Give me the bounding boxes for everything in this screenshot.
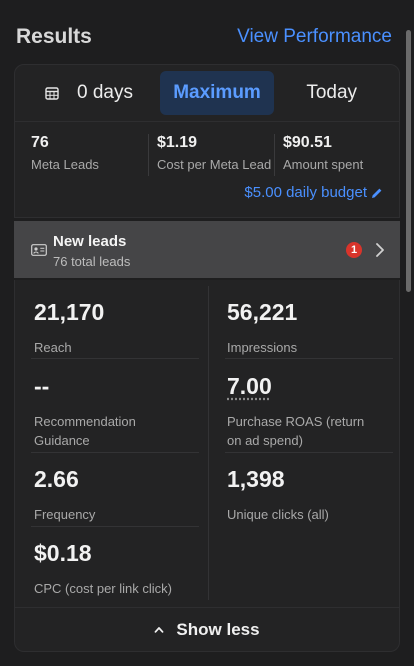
results-title: Results	[16, 25, 92, 48]
divider	[148, 134, 149, 176]
lead-card-icon	[31, 244, 47, 256]
metric-value: 7.00	[227, 373, 272, 399]
metric-reach: 21,170 Reach	[34, 298, 204, 357]
row-divider	[31, 452, 199, 453]
range-option-label: 0 days	[77, 82, 133, 103]
caret-up-icon	[155, 627, 164, 633]
metric-label: Recommendation Guidance	[34, 414, 136, 448]
metric-value: --	[34, 373, 50, 399]
view-performance-link[interactable]: View Performance	[237, 26, 392, 48]
range-option-0-days[interactable]: 0 days	[25, 71, 160, 115]
metric-value: 21,170	[34, 299, 105, 325]
summary-label: Meta Leads	[31, 157, 99, 172]
row-divider	[31, 526, 199, 527]
metric-recommendation-guidance: -- Recommendation Guidance	[34, 372, 204, 450]
new-leads-title: New leads	[53, 233, 127, 250]
summary-amount-spent: $90.51 Amount spent	[283, 134, 363, 178]
metric-label: CPC (cost per link click)	[34, 581, 172, 596]
metric-label: Unique clicks (all)	[227, 507, 329, 522]
results-header: Results View Performance	[16, 22, 392, 52]
new-leads-count: 76 total leads	[53, 254, 131, 269]
summary-value: 76	[31, 134, 49, 151]
metric-label: Purchase ROAS (return on ad spend)	[227, 414, 365, 448]
show-less-button[interactable]: Show less	[14, 608, 400, 652]
range-option-maximum[interactable]: Maximum	[159, 71, 275, 115]
metric-label: Frequency	[34, 507, 96, 522]
metric-value: 56,221	[227, 299, 298, 325]
row-divider	[225, 452, 393, 453]
metric-cpc: $0.18 CPC (cost per link click)	[34, 539, 204, 598]
divider	[274, 134, 275, 176]
summary-value: $1.19	[157, 134, 198, 151]
metric-value: 1,398	[227, 466, 285, 492]
summary-label: Amount spent	[283, 157, 364, 172]
metric-label: Reach	[34, 340, 72, 355]
edit-pencil-icon	[372, 188, 382, 198]
metrics-grid: 21,170 Reach 56,221 Impressions -- Recom…	[14, 280, 400, 608]
show-less-label: Show less	[176, 619, 260, 639]
column-divider	[208, 286, 209, 600]
summary-label: Cost per Meta Lead	[157, 157, 272, 172]
metric-value: $0.18	[34, 540, 92, 566]
metric-frequency: 2.66 Frequency	[34, 465, 204, 524]
daily-budget-link[interactable]: $5.00 daily budget	[244, 184, 383, 201]
metric-value: 2.66	[34, 466, 79, 492]
summary-cost-per-lead: $1.19 Cost per Meta Lead	[157, 134, 271, 178]
metric-purchase-roas[interactable]: 7.00 Purchase ROAS (return on ad spend)	[227, 372, 397, 450]
metric-impressions: 56,221 Impressions	[227, 298, 397, 357]
new-leads-row[interactable]: New leads 76 total leads 1	[14, 221, 400, 278]
row-divider	[31, 358, 199, 359]
daily-budget-label: $5.00 daily budget	[244, 184, 367, 201]
scrollbar[interactable]	[406, 30, 411, 292]
calendar-icon	[45, 87, 59, 100]
chevron-right-icon	[376, 243, 384, 257]
summary-meta-leads: 76 Meta Leads	[31, 134, 99, 178]
date-range-selector: 0 days Maximum Today	[14, 64, 400, 122]
row-divider	[225, 358, 393, 359]
summary-stats: 76 Meta Leads $1.19 Cost per Meta Lead $…	[14, 122, 400, 218]
summary-value: $90.51	[283, 134, 332, 151]
range-option-today[interactable]: Today	[274, 71, 389, 115]
metric-unique-clicks: 1,398 Unique clicks (all)	[227, 465, 397, 524]
metric-label: Impressions	[227, 340, 298, 355]
notification-badge: 1	[346, 242, 362, 258]
